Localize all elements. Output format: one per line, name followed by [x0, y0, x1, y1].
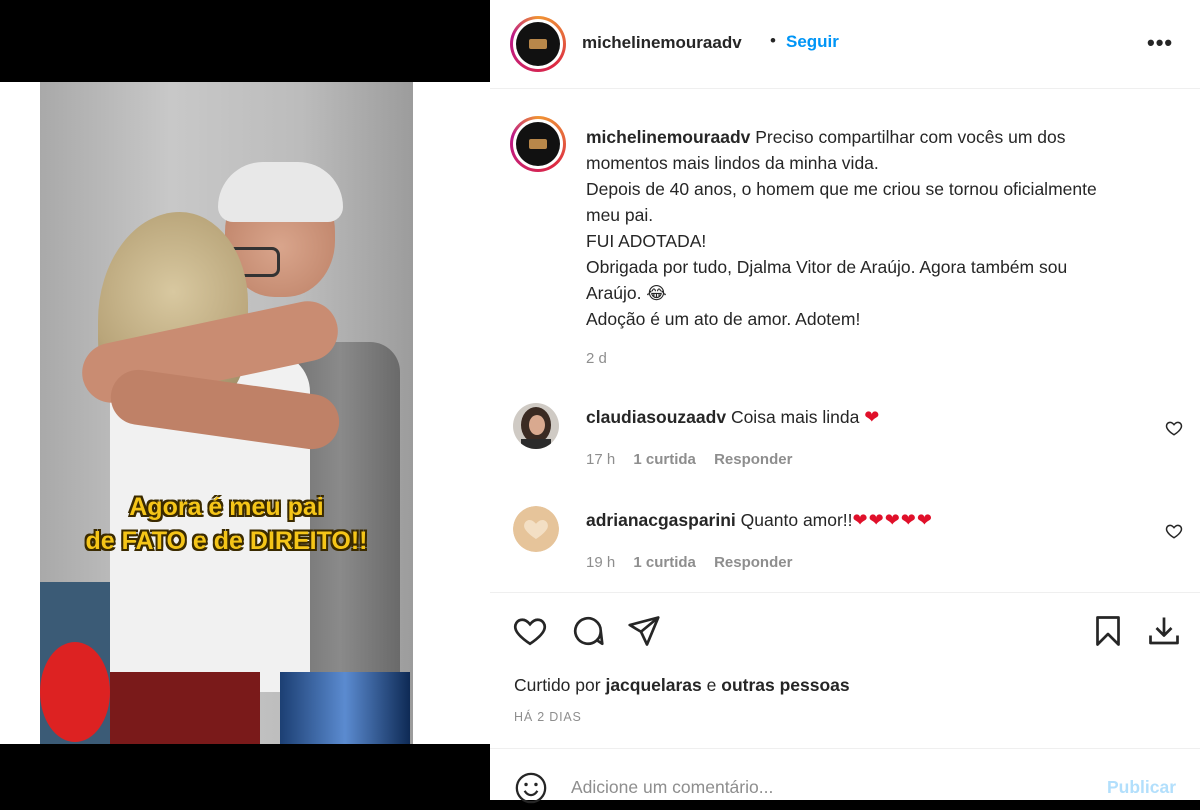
caption-line-8: Adoção é um ato de amor. Adotem!	[586, 309, 861, 329]
post-media-area: Agora é meu pai de FATO e de DIREITO!!	[0, 0, 490, 800]
reply-button[interactable]: Responder	[714, 451, 792, 468]
comment-username[interactable]: claudiasouzaadv	[586, 407, 726, 427]
comment-time[interactable]: 19 h	[586, 554, 615, 571]
post-details-panel: michelinemouraadv • Seguir ••• micheline…	[490, 0, 1200, 804]
reply-button[interactable]: Responder	[714, 554, 792, 571]
post-video[interactable]: Agora é meu pai de FATO e de DIREITO!!	[40, 82, 413, 744]
caption-username[interactable]: michelinemouraadv	[586, 127, 750, 147]
like-heart-icon[interactable]	[512, 613, 548, 649]
likes-summary: Curtido por jacquelaras e outras pessoas	[514, 675, 850, 696]
likes-prefix: Curtido por	[514, 675, 601, 695]
comment-body: Quanto amor!!	[740, 510, 853, 530]
more-options-icon[interactable]: •••	[1147, 30, 1173, 56]
caption-text: michelinemouraadv Preciso compartilhar c…	[586, 124, 1186, 332]
likes-user[interactable]: jacquelaras	[605, 675, 701, 695]
like-comment-heart-icon[interactable]	[1165, 419, 1183, 442]
caption-author-avatar[interactable]	[510, 116, 566, 172]
post-header: michelinemouraadv • Seguir •••	[490, 0, 1200, 89]
comment-meta: 17 h 1 curtida Responder	[586, 451, 806, 468]
comment-time[interactable]: 17 h	[586, 451, 615, 468]
caption-line-6: Obrigada por tudo, Djalma Vitor de Araúj…	[586, 257, 1068, 277]
comment-meta: 19 h 1 curtida Responder	[586, 554, 806, 571]
likes-others[interactable]: outras pessoas	[721, 675, 849, 695]
heart-emoji: ❤	[864, 407, 881, 427]
comment-body: Coisa mais linda	[730, 407, 860, 427]
separator-dot: •	[770, 31, 776, 50]
download-icon[interactable]	[1146, 613, 1182, 649]
author-avatar[interactable]	[510, 16, 566, 72]
likes-middle: e	[706, 675, 717, 695]
photo-shorts	[280, 672, 410, 744]
comment-item: claudiasouzaadv Coisa mais linda ❤ 17 h …	[510, 403, 1190, 473]
photo-pants	[110, 672, 260, 744]
comment-item: adrianacgasparini Quanto amor!!❤❤❤❤❤ 19 …	[510, 506, 1190, 576]
video-caption-line-2: de FATO e de DIREITO!!	[85, 527, 368, 555]
author-username[interactable]: michelinemouraadv	[582, 33, 742, 53]
caption-line-2: momentos mais lindos da minha vida.	[586, 153, 879, 173]
comment-text: adrianacgasparini Quanto amor!!❤❤❤❤❤	[586, 510, 933, 531]
save-bookmark-icon[interactable]	[1090, 613, 1126, 649]
publish-button[interactable]: Publicar	[1107, 777, 1176, 798]
comment-text: claudiasouzaadv Coisa mais linda ❤	[586, 407, 880, 428]
photo-pillow	[40, 642, 110, 742]
post-date[interactable]: HÁ 2 DIAS	[514, 710, 582, 724]
caption-timestamp[interactable]: 2 d	[586, 350, 607, 367]
video-caption-line-1: Agora é meu pai	[129, 493, 324, 521]
post-actions: Curtido por jacquelaras e outras pessoas…	[490, 592, 1200, 747]
commenter-avatar[interactable]	[513, 403, 559, 449]
caption-line-1: Preciso compartilhar com vocês um dos	[755, 127, 1066, 147]
share-paper-plane-icon[interactable]	[626, 613, 662, 649]
comment-bubble-icon[interactable]	[570, 613, 606, 649]
comment-likes[interactable]: 1 curtida	[633, 451, 696, 468]
commenter-avatar[interactable]	[513, 506, 559, 552]
video-caption-overlay: Agora é meu pai de FATO e de DIREITO!!	[40, 490, 413, 558]
caption-line-7: Araújo. 😂	[586, 283, 667, 303]
caption-line-5: FUI ADOTADA!	[586, 231, 707, 251]
follow-button[interactable]: Seguir	[786, 32, 839, 52]
comment-likes[interactable]: 1 curtida	[633, 554, 696, 571]
comment-username[interactable]: adrianacgasparini	[586, 510, 736, 530]
comment-input[interactable]: Adicione um comentário...	[571, 777, 773, 798]
like-comment-heart-icon[interactable]	[1165, 522, 1183, 545]
caption-line-4: meu pai.	[586, 205, 654, 225]
heart-emoji: ❤❤❤❤❤	[852, 510, 933, 530]
caption-line-3: Depois de 40 anos, o homem que me criou …	[586, 179, 1097, 199]
add-comment-bar: Adicione um comentário... Publicar	[490, 748, 1200, 804]
photo-man-hair	[218, 162, 343, 222]
